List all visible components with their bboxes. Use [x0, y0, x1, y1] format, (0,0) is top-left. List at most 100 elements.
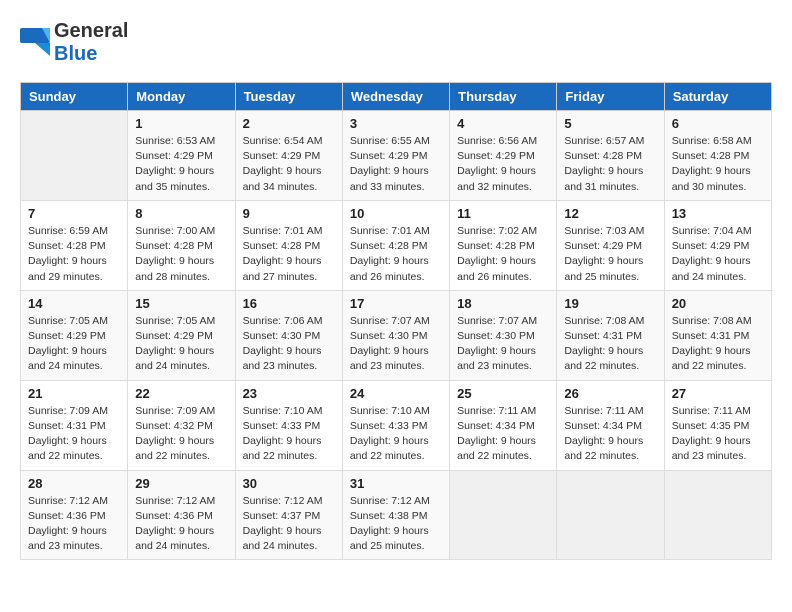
day-number: 5 [564, 116, 656, 131]
calendar-cell: 4 Sunrise: 6:56 AMSunset: 4:29 PMDaylight… [450, 111, 557, 201]
day-info: Sunrise: 7:06 AMSunset: 4:30 PMDaylight:… [243, 314, 335, 375]
calendar-cell: 12 Sunrise: 7:03 AMSunset: 4:29 PMDayligh… [557, 200, 664, 290]
day-info: Sunrise: 7:03 AMSunset: 4:29 PMDaylight:… [564, 224, 656, 285]
day-info: Sunrise: 7:12 AMSunset: 4:36 PMDaylight:… [28, 494, 120, 555]
day-info: Sunrise: 7:11 AMSunset: 4:35 PMDaylight:… [672, 404, 764, 465]
day-number: 6 [672, 116, 764, 131]
day-info: Sunrise: 7:09 AMSunset: 4:32 PMDaylight:… [135, 404, 227, 465]
weekday-saturday: Saturday [664, 83, 771, 111]
weekday-tuesday: Tuesday [235, 83, 342, 111]
day-number: 17 [350, 296, 442, 311]
calendar-body: 1Sunrise: 6:53 AMSunset: 4:29 PMDaylight… [21, 111, 772, 560]
calendar-cell: 25 Sunrise: 7:11 AMSunset: 4:34 PMDayligh… [450, 380, 557, 470]
calendar-week-2: 7 Sunrise: 6:59 AMSunset: 4:28 PMDaylight… [21, 200, 772, 290]
calendar-cell: 11 Sunrise: 7:02 AMSunset: 4:28 PMDayligh… [450, 200, 557, 290]
calendar-cell: 9 Sunrise: 7:01 AMSunset: 4:28 PMDaylight… [235, 200, 342, 290]
day-number: 8 [135, 206, 227, 221]
day-info: Sunrise: 7:07 AMSunset: 4:30 PMDaylight:… [350, 314, 442, 375]
calendar-cell: 27 Sunrise: 7:11 AMSunset: 4:35 PMDayligh… [664, 380, 771, 470]
calendar-cell: 28 Sunrise: 7:12 AMSunset: 4:36 PMDayligh… [21, 470, 128, 560]
calendar-cell: 13Sunrise: 7:04 AMSunset: 4:29 PMDayligh… [664, 200, 771, 290]
calendar-cell: 18Sunrise: 7:07 AMSunset: 4:30 PMDayligh… [450, 290, 557, 380]
day-info: Sunrise: 7:08 AMSunset: 4:31 PMDaylight:… [672, 314, 764, 375]
day-number: 28 [28, 476, 120, 491]
day-number: 31 [350, 476, 442, 491]
calendar-cell: 23 Sunrise: 7:10 AMSunset: 4:33 PMDayligh… [235, 380, 342, 470]
calendar-cell [21, 111, 128, 201]
calendar-cell: 20 Sunrise: 7:08 AMSunset: 4:31 PMDayligh… [664, 290, 771, 380]
logo-general: General [54, 20, 128, 42]
day-number: 12 [564, 206, 656, 221]
calendar-cell: 19 Sunrise: 7:08 AMSunset: 4:31 PMDayligh… [557, 290, 664, 380]
day-number: 18 [457, 296, 549, 311]
day-number: 19 [564, 296, 656, 311]
page-header: General Blue [20, 20, 772, 66]
day-info: Sunrise: 7:05 AMSunset: 4:29 PMDaylight:… [135, 314, 227, 375]
day-info: Sunrise: 6:54 AMSunset: 4:29 PMDaylight:… [243, 134, 335, 195]
calendar-cell: 6 Sunrise: 6:58 AMSunset: 4:28 PMDaylight… [664, 111, 771, 201]
day-info: Sunrise: 7:10 AMSunset: 4:33 PMDaylight:… [243, 404, 335, 465]
day-info: Sunrise: 7:12 AMSunset: 4:37 PMDaylight:… [243, 494, 335, 555]
day-number: 9 [243, 206, 335, 221]
calendar-cell: 14 Sunrise: 7:05 AMSunset: 4:29 PMDayligh… [21, 290, 128, 380]
calendar-cell: 30Sunrise: 7:12 AMSunset: 4:37 PMDayligh… [235, 470, 342, 560]
weekday-monday: Monday [128, 83, 235, 111]
calendar-cell: 26 Sunrise: 7:11 AMSunset: 4:34 PMDayligh… [557, 380, 664, 470]
day-info: Sunrise: 7:00 AMSunset: 4:28 PMDaylight:… [135, 224, 227, 285]
calendar-cell: 8 Sunrise: 7:00 AMSunset: 4:28 PMDaylight… [128, 200, 235, 290]
day-info: Sunrise: 7:08 AMSunset: 4:31 PMDaylight:… [564, 314, 656, 375]
calendar-cell: 16Sunrise: 7:06 AMSunset: 4:30 PMDayligh… [235, 290, 342, 380]
calendar-cell: 15 Sunrise: 7:05 AMSunset: 4:29 PMDayligh… [128, 290, 235, 380]
day-info: Sunrise: 7:09 AMSunset: 4:31 PMDaylight:… [28, 404, 120, 465]
weekday-sunday: Sunday [21, 83, 128, 111]
day-info: Sunrise: 7:11 AMSunset: 4:34 PMDaylight:… [564, 404, 656, 465]
calendar-cell [557, 470, 664, 560]
day-number: 2 [243, 116, 335, 131]
day-info: Sunrise: 6:59 AMSunset: 4:28 PMDaylight:… [28, 224, 120, 285]
calendar-week-3: 14 Sunrise: 7:05 AMSunset: 4:29 PMDayligh… [21, 290, 772, 380]
calendar-cell: 3Sunrise: 6:55 AMSunset: 4:29 PMDaylight… [342, 111, 449, 201]
day-number: 21 [28, 386, 120, 401]
day-info: Sunrise: 6:58 AMSunset: 4:28 PMDaylight:… [672, 134, 764, 195]
calendar-cell: 24 Sunrise: 7:10 AMSunset: 4:33 PMDayligh… [342, 380, 449, 470]
calendar-cell: 5Sunrise: 6:57 AMSunset: 4:28 PMDaylight… [557, 111, 664, 201]
calendar-cell: 22Sunrise: 7:09 AMSunset: 4:32 PMDayligh… [128, 380, 235, 470]
day-info: Sunrise: 6:56 AMSunset: 4:29 PMDaylight:… [457, 134, 549, 195]
calendar-cell: 1Sunrise: 6:53 AMSunset: 4:29 PMDaylight… [128, 111, 235, 201]
calendar-cell [450, 470, 557, 560]
calendar-table: SundayMondayTuesdayWednesdayThursdayFrid… [20, 82, 772, 560]
weekday-wednesday: Wednesday [342, 83, 449, 111]
calendar-cell: 21 Sunrise: 7:09 AMSunset: 4:31 PMDayligh… [21, 380, 128, 470]
day-info: Sunrise: 7:01 AMSunset: 4:28 PMDaylight:… [350, 224, 442, 285]
day-number: 24 [350, 386, 442, 401]
weekday-thursday: Thursday [450, 83, 557, 111]
calendar-week-5: 28 Sunrise: 7:12 AMSunset: 4:36 PMDayligh… [21, 470, 772, 560]
calendar-cell: 31 Sunrise: 7:12 AMSunset: 4:38 PMDayligh… [342, 470, 449, 560]
day-number: 26 [564, 386, 656, 401]
calendar-cell: 2 Sunrise: 6:54 AMSunset: 4:29 PMDaylight… [235, 111, 342, 201]
day-number: 20 [672, 296, 764, 311]
day-number: 4 [457, 116, 549, 131]
day-info: Sunrise: 7:02 AMSunset: 4:28 PMDaylight:… [457, 224, 549, 285]
day-info: Sunrise: 7:01 AMSunset: 4:28 PMDaylight:… [243, 224, 335, 285]
weekday-friday: Friday [557, 83, 664, 111]
day-number: 14 [28, 296, 120, 311]
calendar-cell: 17 Sunrise: 7:07 AMSunset: 4:30 PMDayligh… [342, 290, 449, 380]
day-number: 23 [243, 386, 335, 401]
day-number: 15 [135, 296, 227, 311]
calendar-cell: 7 Sunrise: 6:59 AMSunset: 4:28 PMDaylight… [21, 200, 128, 290]
calendar-week-4: 21 Sunrise: 7:09 AMSunset: 4:31 PMDayligh… [21, 380, 772, 470]
logo: General Blue [20, 20, 128, 66]
day-number: 1 [135, 116, 227, 131]
day-info: Sunrise: 7:05 AMSunset: 4:29 PMDaylight:… [28, 314, 120, 375]
day-number: 11 [457, 206, 549, 221]
day-number: 25 [457, 386, 549, 401]
calendar-cell [664, 470, 771, 560]
day-info: Sunrise: 7:04 AMSunset: 4:29 PMDaylight:… [672, 224, 764, 285]
day-number: 7 [28, 206, 120, 221]
day-info: Sunrise: 7:11 AMSunset: 4:34 PMDaylight:… [457, 404, 549, 465]
day-info: Sunrise: 7:12 AMSunset: 4:38 PMDaylight:… [350, 494, 442, 555]
day-info: Sunrise: 7:10 AMSunset: 4:33 PMDaylight:… [350, 404, 442, 465]
day-number: 10 [350, 206, 442, 221]
day-number: 27 [672, 386, 764, 401]
